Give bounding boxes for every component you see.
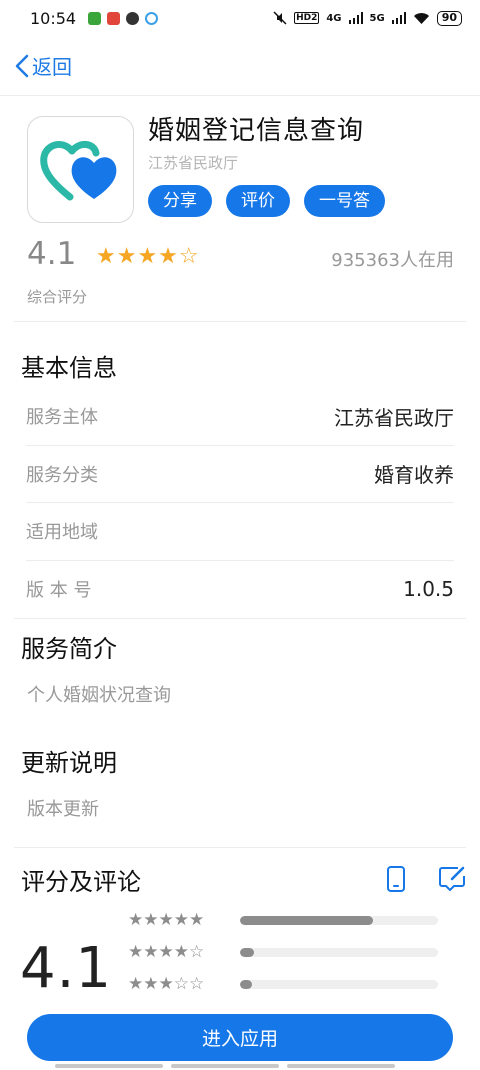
rating-summary: 4.1 ★★★★☆ 935363人在用 综合评分 (14, 230, 466, 322)
edit-review-icon[interactable] (438, 866, 466, 892)
back-label: 返回 (32, 55, 72, 79)
status-time: 10:54 (30, 8, 77, 28)
app-provider: 江苏省民政厅 (148, 154, 239, 172)
rating-score: 4.1 (27, 236, 77, 272)
mute-icon (273, 11, 287, 25)
action-row: 分享 评价 一号答 (148, 185, 385, 217)
rating-distribution: 4.1 ★★★★★ ★★★★☆ ★★★☆☆ (0, 898, 480, 1008)
enter-app-button[interactable]: 进入应用 (27, 1014, 453, 1061)
indicator (287, 1064, 395, 1068)
hd-icon: HD2 (294, 12, 320, 24)
dist-bar (240, 915, 438, 925)
app-icon (27, 116, 134, 223)
intro-text: 个人婚姻状况查询 (27, 685, 171, 706)
dist-fill (240, 915, 373, 925)
divider (14, 618, 466, 619)
dist-row: ★★★★★ (128, 910, 438, 930)
hotline-button[interactable]: 一号答 (304, 185, 385, 217)
rating-stars: ★★★★☆ (96, 244, 200, 269)
rate-button[interactable]: 评价 (226, 185, 290, 217)
update-text: 版本更新 (27, 799, 99, 820)
signal-icon (391, 12, 406, 24)
info-value: 1.0.5 (403, 577, 454, 602)
wifi-icon (413, 12, 429, 24)
network-4g-label: 4G (326, 12, 342, 24)
back-button[interactable]: 返回 (14, 51, 72, 80)
dist-stars: ★★★☆☆ (128, 974, 205, 994)
dist-fill (240, 979, 252, 989)
section-title-intro: 服务简介 (21, 635, 117, 663)
network-5g-label: 5G (369, 12, 385, 24)
bottom-indicators (55, 1064, 395, 1068)
reviews-header: 评分及评论 (0, 848, 480, 898)
status-indicators: HD2 4G 5G 90 (273, 10, 462, 26)
info-row: 版 本 号 1.0.5 (26, 561, 454, 619)
basic-info-list: 服务主体 江苏省民政厅 服务分类 婚育收养 适用地域 版 本 号 1.0.5 (26, 388, 454, 618)
section-title-basic-info: 基本信息 (21, 354, 117, 382)
indicator (171, 1064, 279, 1068)
info-key: 版 本 号 (26, 580, 92, 602)
rating-label: 综合评分 (27, 288, 88, 306)
dist-stars: ★★★★☆ (128, 942, 205, 962)
app-notify-icon (88, 11, 102, 25)
app-notify-icon (145, 11, 159, 25)
share-button[interactable]: 分享 (148, 185, 212, 217)
chevron-left-icon (15, 54, 29, 77)
double-heart-icon (39, 140, 116, 200)
phone-icon[interactable] (386, 866, 406, 892)
dist-bar (240, 947, 438, 957)
app-notify-icon (107, 11, 121, 25)
user-count: 935363人在用 (331, 250, 454, 271)
app-title: 婚姻登记信息查询 (148, 116, 365, 146)
info-value: 婚育收养 (374, 463, 454, 488)
dist-row: ★★★★☆ (128, 942, 438, 962)
navbar: 返回 (0, 36, 480, 96)
info-key: 适用地域 (26, 522, 98, 544)
status-bar: 10:54 HD2 4G 5G 90 (0, 0, 480, 36)
dist-stars: ★★★★★ (128, 910, 205, 930)
dist-bar (240, 979, 438, 989)
battery-indicator: 90 (436, 10, 462, 26)
indicator (55, 1064, 163, 1068)
app-header: 婚姻登记信息查询 江苏省民政厅 分享 评价 一号答 (0, 96, 480, 230)
dist-row: ★★★☆☆ (128, 974, 438, 994)
section-title-reviews: 评分及评论 (21, 867, 141, 896)
app-notify-icon (126, 11, 140, 25)
dist-fill (240, 947, 254, 957)
app-meta: 婚姻登记信息查询 江苏省民政厅 分享 评价 一号答 (148, 116, 385, 230)
signal-icon (348, 12, 363, 24)
info-key: 服务分类 (26, 464, 98, 486)
section-title-update: 更新说明 (21, 749, 117, 777)
status-app-icons (88, 11, 159, 25)
info-row: 适用地域 (26, 503, 454, 561)
info-row: 服务主体 江苏省民政厅 (26, 388, 454, 446)
info-key: 服务主体 (26, 407, 98, 429)
review-actions (386, 866, 466, 892)
info-row: 服务分类 婚育收养 (26, 446, 454, 503)
reviews-score: 4.1 (20, 936, 113, 1001)
info-value: 江苏省民政厅 (334, 405, 454, 430)
